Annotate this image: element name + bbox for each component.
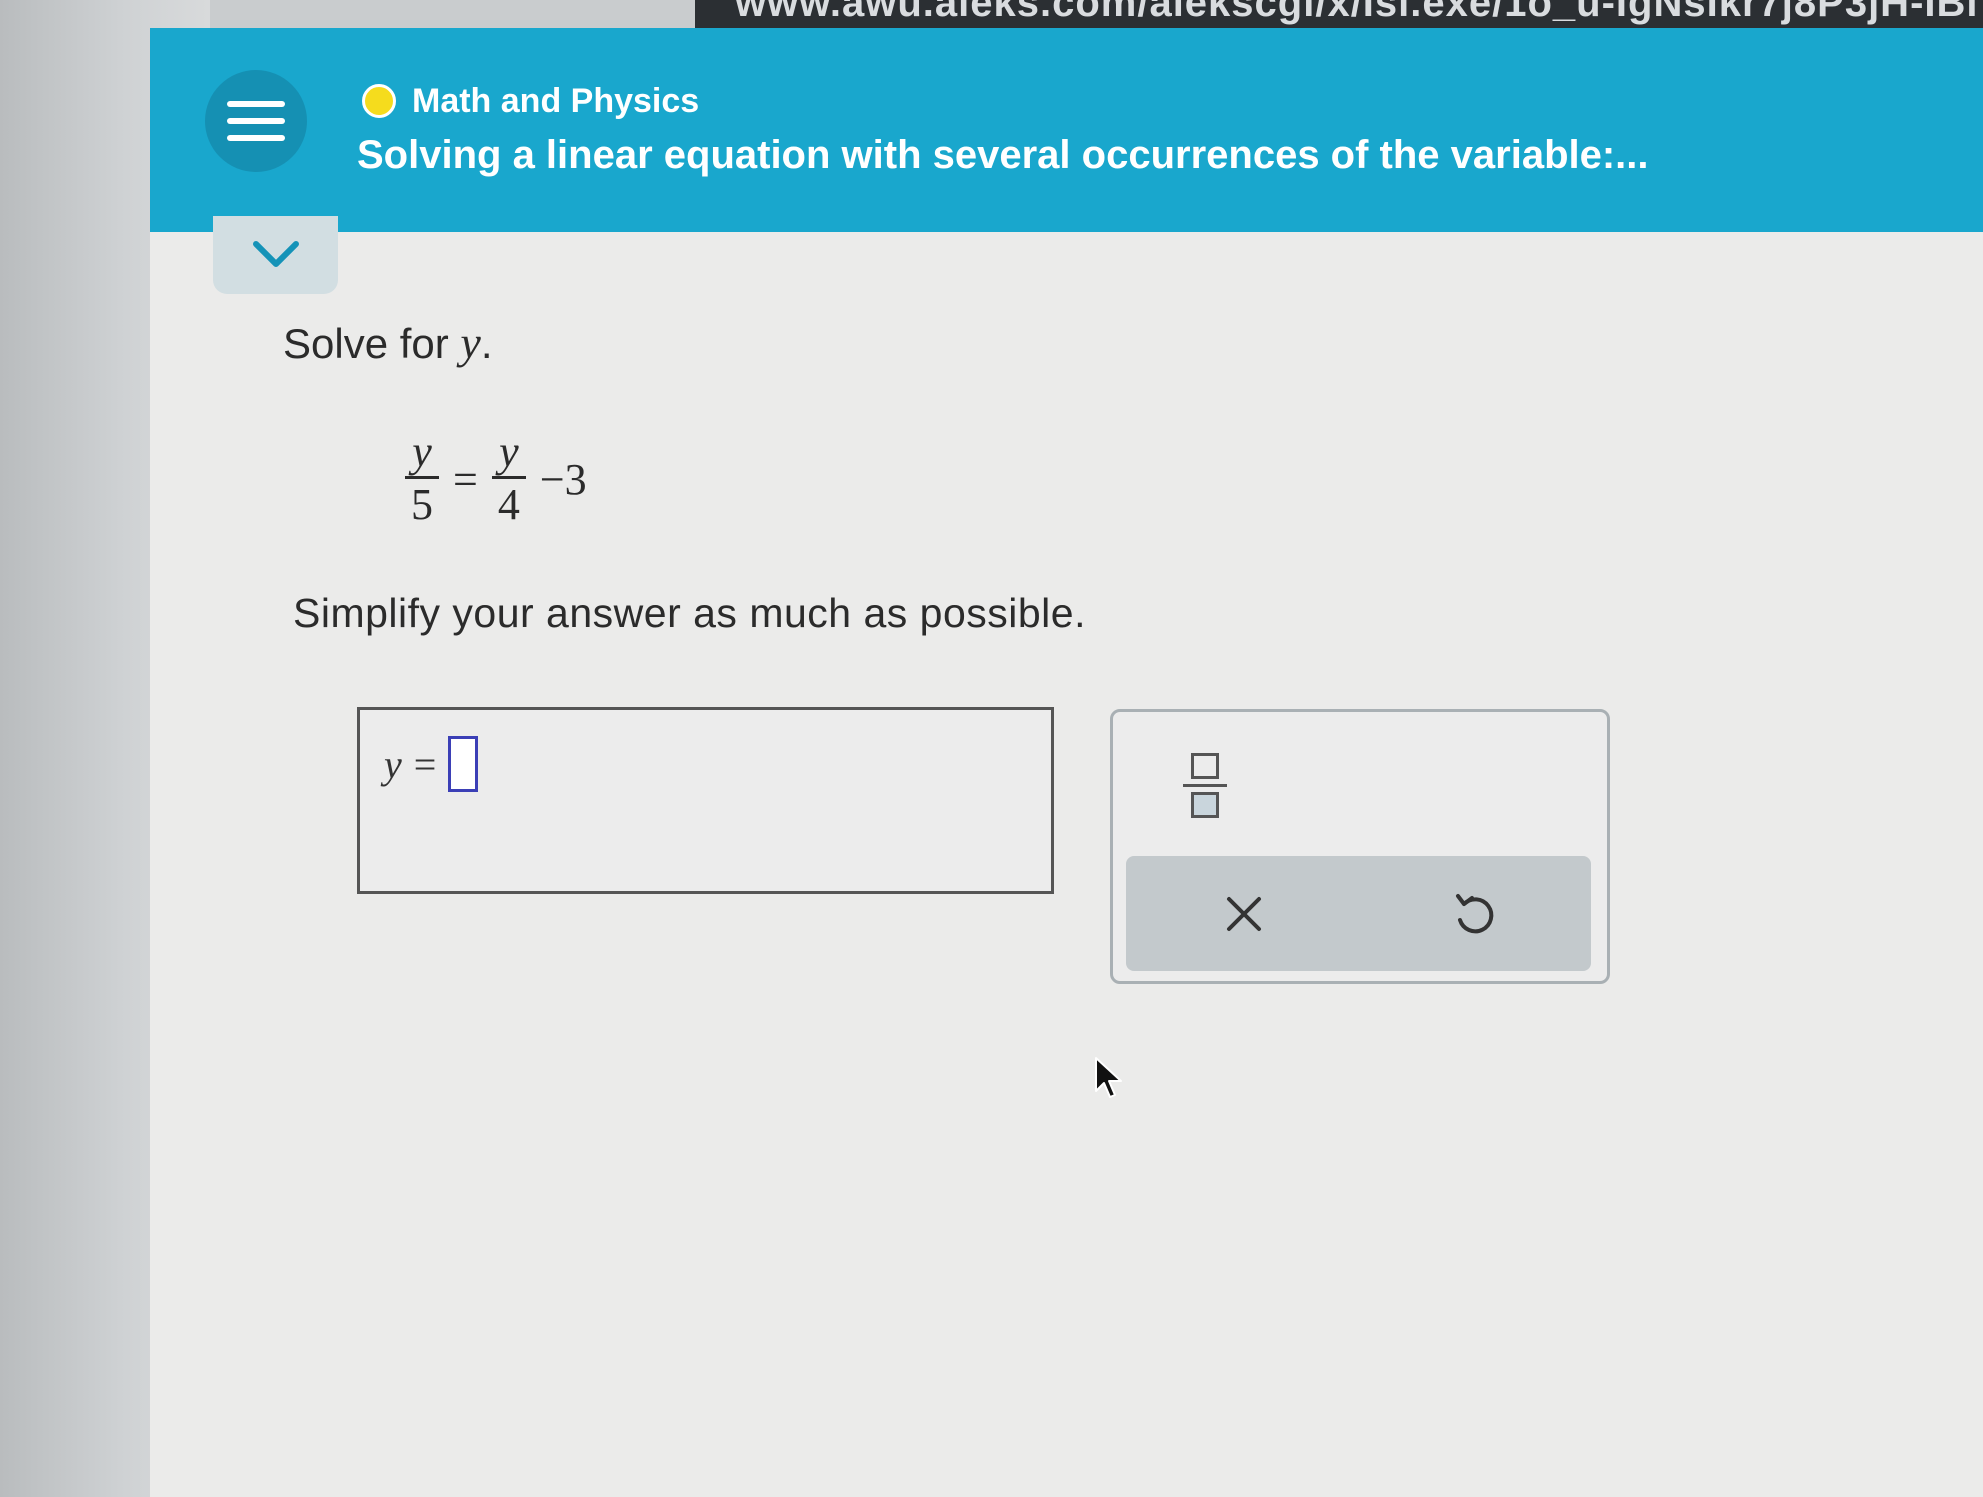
chevron-down-icon [252, 241, 299, 267]
math-tool-palette [1110, 709, 1610, 984]
menu-bar [227, 101, 285, 107]
answer-input-box[interactable]: y = [357, 707, 1054, 894]
palette-action-bar [1126, 856, 1591, 971]
rhs-constant: −3 [539, 455, 587, 504]
prompt-variable: y [460, 317, 481, 368]
answer-equals: = [413, 741, 437, 787]
rhs-fraction: y 4 [491, 427, 526, 531]
undo-icon [1456, 894, 1494, 934]
equation: y 5 = y 4 −3 [405, 428, 587, 531]
page-title: Solving a linear equation with several o… [357, 133, 1649, 177]
answer-expression: y = [384, 736, 479, 792]
fraction-template-button[interactable] [1177, 747, 1233, 823]
prompt-period: . [480, 320, 493, 367]
collapse-toggle-button[interactable] [213, 216, 338, 294]
hamburger-menu-button[interactable] [205, 70, 307, 172]
clear-button[interactable] [1216, 886, 1272, 942]
menu-bar [227, 118, 285, 124]
fraction-denominator-box [1191, 791, 1219, 818]
lhs-numerator: y [412, 427, 432, 476]
undo-button[interactable] [1446, 886, 1502, 942]
topic-row: Math and Physics [362, 78, 699, 124]
lhs-denominator: 5 [405, 476, 439, 531]
answer-variable: y [384, 741, 402, 787]
url-text: www.awu.aleks.com/alekscgi/x/Isl.exe/1o_… [735, 0, 1979, 25]
lhs-fraction: y 5 [405, 428, 439, 531]
rhs-denominator: 4 [491, 476, 526, 531]
equals-sign: = [453, 455, 478, 504]
menu-bar [227, 135, 285, 141]
fraction-bar [1183, 783, 1227, 787]
prompt-text: Solve for [283, 320, 449, 367]
question-prompt: Solve for y. [283, 316, 493, 369]
instruction-text: Simplify your answer as much as possible… [293, 590, 1086, 636]
topic-header [150, 28, 1983, 232]
rhs-numerator: y [499, 427, 519, 476]
topic-label: Math and Physics [412, 81, 700, 120]
answer-slot-field[interactable] [448, 736, 479, 792]
topic-status-icon [362, 84, 396, 118]
clear-x-icon [1227, 897, 1261, 931]
mouse-cursor-icon [1095, 1057, 1122, 1098]
fraction-template-icon [1191, 752, 1219, 779]
